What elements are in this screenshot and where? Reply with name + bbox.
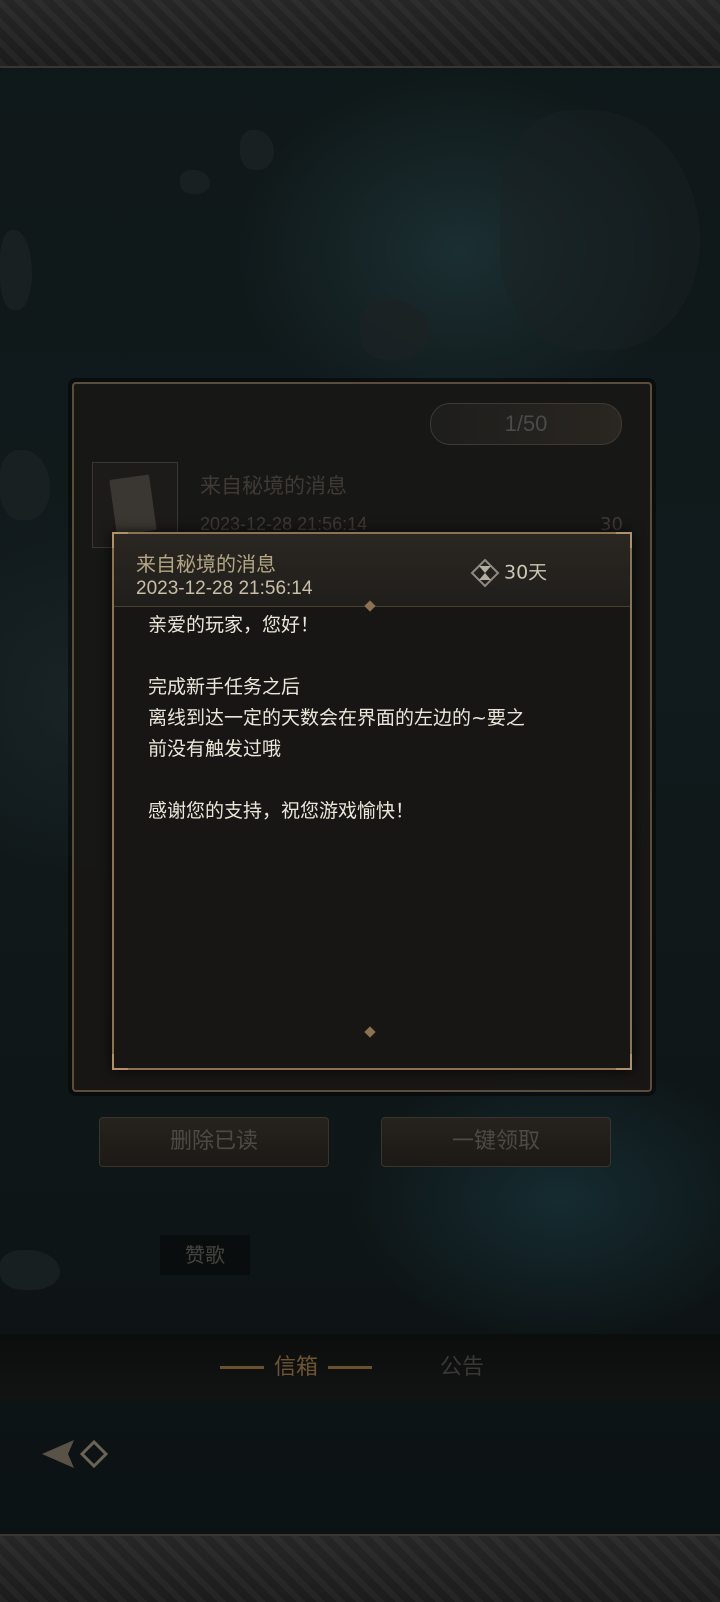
floating-rock [240,130,274,170]
footer-divider-ornament [364,1026,376,1038]
dialog-header: 来自秘境的消息 2023-12-28 21:56:14 30天 [114,534,630,607]
body-line: 前没有触发过哦 [148,738,282,760]
tab-ornament-left [220,1366,264,1369]
delete-read-button[interactable]: 删除已读 [99,1117,329,1167]
floating-rock [0,1250,60,1290]
floating-rock [500,110,700,350]
claim-all-button[interactable]: 一键领取 [381,1117,611,1167]
floating-rock [0,230,32,310]
dialog-date: 2023-12-28 21:56:14 [136,578,313,599]
floating-rock [360,300,430,360]
mail-item-title: 来自秘境的消息 [200,474,347,498]
dialog-title: 来自秘境的消息 [136,552,276,576]
back-arrow-icon[interactable] [38,1432,110,1476]
mail-detail-dialog[interactable]: 来自秘境的消息 2023-12-28 21:56:14 30天 亲爱的玩家，您好… [112,532,632,1070]
dialog-expiry-text: 30天 [504,561,548,584]
tab-inbox[interactable]: 信箱 [220,1348,372,1388]
tab-inbox-label: 信箱 [273,1355,318,1380]
hourglass-icon [470,558,500,588]
corner-ornament [616,1054,632,1070]
corner-ornament [112,1054,128,1070]
body-greeting: 亲爱的玩家，您好！ [148,614,320,636]
tab-notice[interactable]: 公告 [440,1348,484,1388]
body-line: 离线到达一定的天数会在界面的左边的~要之 [148,707,525,729]
body-line: 完成新手任务之后 [148,676,301,698]
mail-page-counter: 1/50 [430,403,622,445]
floating-rock [0,450,50,520]
top-ornate-frame [0,0,720,68]
floating-rock [180,170,210,194]
bottom-ornate-frame [0,1534,720,1602]
dialog-body: 亲爱的玩家，您好！ 完成新手任务之后 离线到达一定的天数会在界面的左边的~要之 … [148,610,604,827]
praise-label[interactable]: 赞歌 [160,1235,250,1275]
body-closing: 感谢您的支持，祝您游戏愉快！ [148,800,415,822]
tab-ornament-right [328,1366,372,1369]
dialog-expiry: 30天 [470,558,548,588]
